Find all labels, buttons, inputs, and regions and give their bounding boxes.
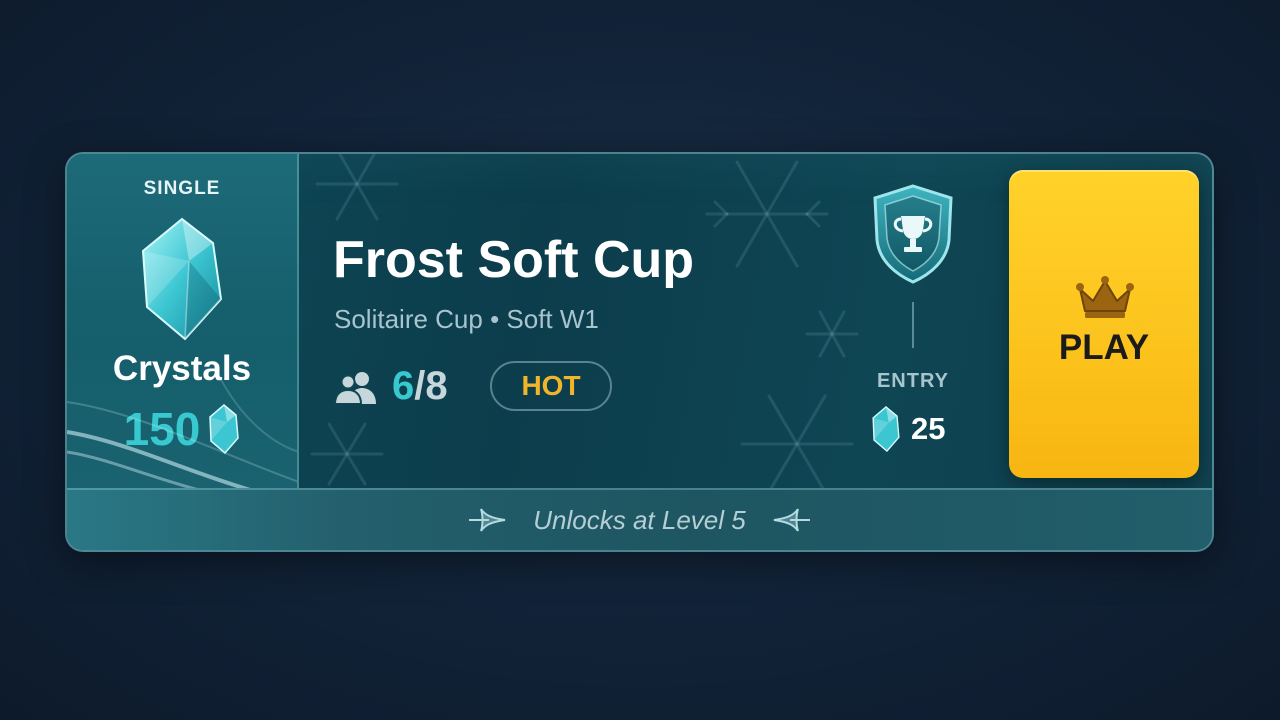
unlock-requirement: Unlocks at Level 5 [533, 504, 746, 535]
play-button[interactable]: PLAY [1009, 170, 1199, 478]
tournament-title: Frost Soft Cup [333, 231, 695, 289]
player-count: 6/8 [334, 364, 448, 409]
entry-label: ENTRY [876, 370, 950, 392]
tournament-card[interactable]: SINGLE Crystals 150 Frost Soft Cup Solit… [65, 152, 1214, 552]
player-count-text: 6/8 [392, 364, 448, 409]
reward-amount: 150 [123, 403, 201, 455]
play-button-label: PLAY [1058, 328, 1150, 367]
entry-divider [912, 302, 914, 348]
unlock-footer: Unlocks at Level 5 [67, 488, 1212, 550]
trophy-shield-icon [873, 184, 953, 284]
crown-icon [1076, 276, 1134, 318]
reward-name: Crystals [112, 349, 252, 388]
hot-badge: HOT [490, 361, 612, 411]
ice-flourish-left-icon [469, 508, 506, 532]
crystal-icon [141, 217, 223, 341]
player-count-max: /8 [414, 364, 448, 408]
player-count-current: 6 [392, 364, 415, 408]
reward-panel: SINGLE Crystals 150 [67, 154, 299, 492]
reward-type-label: SINGLE [143, 178, 221, 199]
people-icon [334, 371, 376, 404]
crystal-icon [872, 406, 900, 452]
tournament-subtitle: Solitaire Cup • Soft W1 [334, 304, 599, 334]
crystal-icon [209, 404, 240, 454]
reward-amount-row: 150 [67, 402, 297, 456]
ice-flourish-right-icon [773, 508, 810, 532]
entry-cost-value: 25 [911, 411, 946, 446]
entry-cost: 25 [871, 406, 945, 452]
